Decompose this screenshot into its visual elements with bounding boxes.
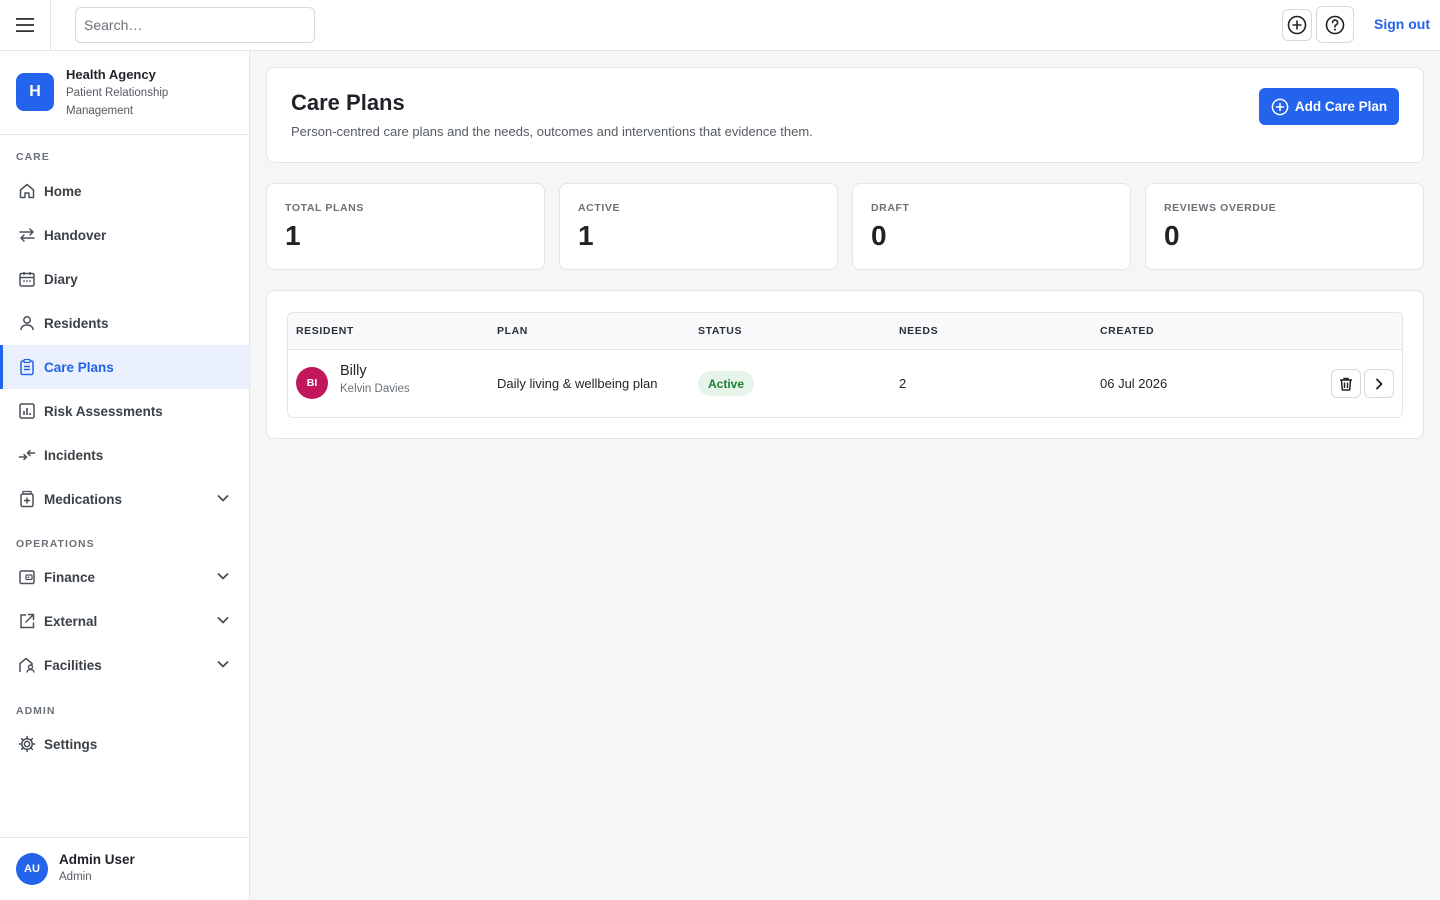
avatar: AU <box>16 853 48 885</box>
stat-card-active: ACTIVE 1 <box>559 183 838 270</box>
chevron-right-icon <box>1376 378 1383 389</box>
sidebar-item-label: Care Plans <box>44 359 114 375</box>
page-subtitle: Person-centred care plans and the needs,… <box>291 124 813 139</box>
sidebar-item-label: Home <box>44 183 82 199</box>
sidebar-item-residents[interactable]: Residents <box>0 301 249 345</box>
chart-icon <box>17 402 36 421</box>
sidebar-item-settings[interactable]: Settings <box>0 722 249 766</box>
gear-icon <box>17 735 36 754</box>
brand-logo: H <box>16 73 54 111</box>
column-header-plan[interactable]: PLAN <box>497 325 528 337</box>
chevron-down-icon[interactable] <box>216 657 230 676</box>
sign-out-link[interactable]: Sign out <box>1374 16 1430 32</box>
plan-name: Daily living & wellbeing plan <box>497 376 658 391</box>
stat-card-draft: DRAFT 0 <box>852 183 1131 270</box>
column-header-resident[interactable]: RESIDENT <box>296 325 354 337</box>
sidebar-item-label: Finance <box>44 569 96 585</box>
sidebar-item-home[interactable]: Home <box>0 169 249 213</box>
resident-contact: Kelvin Davies <box>340 383 410 395</box>
user-name: Admin User <box>59 852 135 867</box>
section-label-care: CARE <box>16 151 50 163</box>
sidebar-item-label: Medications <box>44 491 123 507</box>
brand-subtitle: Patient Relationship Management <box>66 87 169 117</box>
chevron-down-icon[interactable] <box>216 613 230 632</box>
needs-count: 2 <box>899 376 907 391</box>
sidebar-item-finance[interactable]: Finance <box>0 555 249 599</box>
sidebar-item-incidents[interactable]: Incidents <box>0 433 249 477</box>
section-label-admin: ADMIN <box>16 705 56 717</box>
status-badge: Active <box>698 371 755 396</box>
care-plans-table-card: RESIDENT PLAN STATUS NEEDS CREATED BI Bi… <box>266 290 1424 439</box>
table-header: RESIDENT PLAN STATUS NEEDS CREATED <box>288 313 1402 350</box>
brand-name: Health Agency <box>66 67 156 82</box>
avatar: BI <box>296 367 328 399</box>
stat-label: DRAFT <box>871 202 910 214</box>
resident-name: Billy <box>340 363 367 379</box>
stat-value: 1 <box>578 220 594 251</box>
chevron-down-icon[interactable] <box>216 569 230 588</box>
help-button[interactable] <box>1316 6 1354 43</box>
stat-label: ACTIVE <box>578 202 621 214</box>
stat-value: 0 <box>1164 220 1180 251</box>
search-input[interactable] <box>75 7 315 43</box>
add-care-plan-button[interactable]: Add Care Plan <box>1259 88 1399 125</box>
stat-value: 1 <box>285 220 301 251</box>
chevron-down-icon[interactable] <box>216 491 230 510</box>
arrows-swap-icon <box>17 226 36 245</box>
sidebar-item-medications[interactable]: Medications <box>0 477 249 521</box>
sidebar-item-label: Incidents <box>44 447 104 463</box>
stat-card-total-plans: TOTAL PLANS 1 <box>266 183 545 270</box>
stat-value: 0 <box>871 220 887 251</box>
sidebar-item-label: Facilities <box>44 657 102 673</box>
column-header-needs[interactable]: NEEDS <box>899 325 938 337</box>
add-care-plan-label: Add Care Plan <box>1294 99 1388 114</box>
open-row-button[interactable] <box>1364 369 1394 398</box>
calendar-icon <box>17 270 36 289</box>
sidebar-item-facilities[interactable]: Facilities <box>0 643 249 687</box>
sidebar: H Health Agency Patient Relationship Man… <box>0 51 250 900</box>
user-profile[interactable]: AU Admin User Admin <box>0 837 249 900</box>
section-label-operations: OPERATIONS <box>16 538 95 550</box>
stat-label: TOTAL PLANS <box>285 202 364 214</box>
top-bar: Sign out <box>0 0 1440 51</box>
care-plans-table: RESIDENT PLAN STATUS NEEDS CREATED BI Bi… <box>287 312 1403 418</box>
clipboard-icon <box>17 358 36 377</box>
page-header-card: Care Plans Person-centred care plans and… <box>266 67 1424 163</box>
sidebar-item-risk-assessments[interactable]: Risk Assessments <box>0 389 249 433</box>
page-title: Care Plans <box>291 90 405 115</box>
medicine-icon <box>17 490 36 509</box>
hamburger-icon <box>16 18 34 32</box>
sidebar-item-label: Handover <box>44 227 107 243</box>
sidebar-item-external[interactable]: External <box>0 599 249 643</box>
stat-card-reviews-overdue: REVIEWS OVERDUE 0 <box>1145 183 1424 270</box>
sidebar-item-label: Residents <box>44 315 109 331</box>
table-row[interactable]: BI Billy Kelvin Davies Daily living & we… <box>288 350 1402 417</box>
help-circle-icon <box>1325 15 1345 34</box>
plus-circle-icon <box>1271 98 1289 115</box>
sidebar-item-care-plans[interactable]: Care Plans <box>0 345 249 389</box>
sidebar-item-label: Settings <box>44 736 98 752</box>
trash-icon <box>1340 377 1352 391</box>
plus-circle-icon <box>1287 15 1307 35</box>
delete-button[interactable] <box>1331 369 1361 398</box>
column-header-created[interactable]: CREATED <box>1100 325 1154 337</box>
sidebar-item-label: Diary <box>44 271 78 287</box>
sidebar-item-label: Risk Assessments <box>44 403 163 419</box>
external-link-icon <box>17 612 36 631</box>
home-icon <box>17 182 36 201</box>
sidebar-item-handover[interactable]: Handover <box>0 213 249 257</box>
building-icon <box>17 656 36 675</box>
column-header-status[interactable]: STATUS <box>698 325 742 337</box>
user-role: Admin <box>59 871 92 883</box>
wallet-icon <box>17 568 36 587</box>
quick-add-button[interactable] <box>1282 9 1312 41</box>
user-icon <box>17 314 36 333</box>
created-date: 06 Jul 2026 <box>1100 376 1168 391</box>
arrows-in-icon <box>17 446 36 465</box>
stat-label: REVIEWS OVERDUE <box>1164 202 1277 214</box>
brand-block: H Health Agency Patient Relationship Man… <box>0 51 249 135</box>
sidebar-item-diary[interactable]: Diary <box>0 257 249 301</box>
sidebar-item-label: External <box>44 613 98 629</box>
menu-toggle-button[interactable] <box>0 0 51 50</box>
